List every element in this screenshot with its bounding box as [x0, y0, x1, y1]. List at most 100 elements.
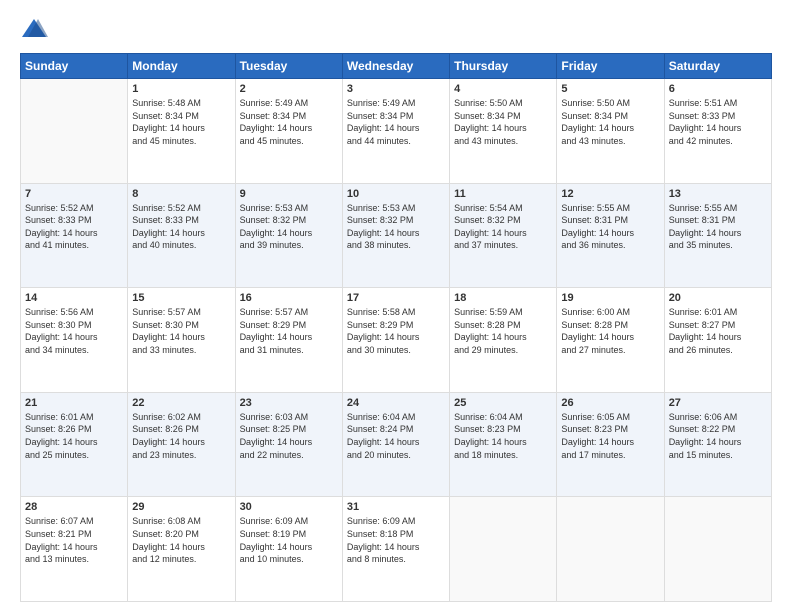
calendar-day-header: Tuesday	[235, 54, 342, 79]
calendar-day-cell: 29 Sunrise: 6:08 AMSunset: 8:20 PMDayligh…	[128, 497, 235, 602]
day-info: Sunrise: 5:57 AMSunset: 8:30 PMDaylight:…	[132, 306, 230, 356]
day-info: Sunrise: 5:56 AMSunset: 8:30 PMDaylight:…	[25, 306, 123, 356]
day-number: 23	[240, 397, 338, 409]
day-number: 20	[669, 292, 767, 304]
calendar-day-cell: 27Sunrise: 6:06 AMSunset: 8:22 PMDayligh…	[664, 392, 771, 497]
calendar-day-cell: 21 Sunrise: 6:01 AMSunset: 8:26 PMDayligh…	[21, 392, 128, 497]
day-info: Sunrise: 6:08 AMSunset: 8:20 PMDaylight:…	[132, 515, 230, 565]
calendar-week-row: 7 Sunrise: 5:52 AMSunset: 8:33 PMDaylight…	[21, 183, 772, 288]
day-number: 12	[561, 188, 659, 200]
day-number: 24	[347, 397, 445, 409]
calendar-day-cell: 31 Sunrise: 6:09 AMSunset: 8:18 PMDayligh…	[342, 497, 449, 602]
day-info: Sunrise: 5:58 AMSunset: 8:29 PMDaylight:…	[347, 306, 445, 356]
day-info: Sunrise: 6:01 AMSunset: 8:27 PMDaylight:…	[669, 306, 767, 356]
calendar-table: SundayMondayTuesdayWednesdayThursdayFrid…	[20, 53, 772, 602]
day-info: Sunrise: 5:48 AMSunset: 8:34 PMDaylight:…	[132, 97, 230, 147]
day-info: Sunrise: 5:50 AMSunset: 8:34 PMDaylight:…	[561, 97, 659, 147]
day-info: Sunrise: 5:49 AMSunset: 8:34 PMDaylight:…	[347, 97, 445, 147]
day-info: Sunrise: 5:55 AMSunset: 8:31 PMDaylight:…	[561, 202, 659, 252]
day-info: Sunrise: 5:52 AMSunset: 8:33 PMDaylight:…	[25, 202, 123, 252]
day-info: Sunrise: 6:09 AMSunset: 8:19 PMDaylight:…	[240, 515, 338, 565]
day-info: Sunrise: 6:03 AMSunset: 8:25 PMDaylight:…	[240, 411, 338, 461]
day-info: Sunrise: 5:57 AMSunset: 8:29 PMDaylight:…	[240, 306, 338, 356]
day-number: 6	[669, 83, 767, 95]
calendar-day-cell: 3 Sunrise: 5:49 AMSunset: 8:34 PMDaylight…	[342, 79, 449, 184]
calendar-day-cell: 23 Sunrise: 6:03 AMSunset: 8:25 PMDayligh…	[235, 392, 342, 497]
day-number: 1	[132, 83, 230, 95]
day-number: 8	[132, 188, 230, 200]
day-info: Sunrise: 6:05 AMSunset: 8:23 PMDaylight:…	[561, 411, 659, 461]
calendar-week-row: 14 Sunrise: 5:56 AMSunset: 8:30 PMDayligh…	[21, 288, 772, 393]
calendar-day-cell: 14 Sunrise: 5:56 AMSunset: 8:30 PMDayligh…	[21, 288, 128, 393]
day-number: 9	[240, 188, 338, 200]
calendar-day-cell: 25Sunrise: 6:04 AMSunset: 8:23 PMDayligh…	[450, 392, 557, 497]
calendar-day-header: Friday	[557, 54, 664, 79]
day-number: 29	[132, 501, 230, 513]
day-number: 17	[347, 292, 445, 304]
day-info: Sunrise: 5:53 AMSunset: 8:32 PMDaylight:…	[240, 202, 338, 252]
day-number: 10	[347, 188, 445, 200]
calendar-day-cell: 15 Sunrise: 5:57 AMSunset: 8:30 PMDayligh…	[128, 288, 235, 393]
day-info: Sunrise: 5:50 AMSunset: 8:34 PMDaylight:…	[454, 97, 552, 147]
day-number: 21	[25, 397, 123, 409]
calendar-day-header: Monday	[128, 54, 235, 79]
day-info: Sunrise: 6:00 AMSunset: 8:28 PMDaylight:…	[561, 306, 659, 356]
day-info: Sunrise: 5:54 AMSunset: 8:32 PMDaylight:…	[454, 202, 552, 252]
day-info: Sunrise: 6:04 AMSunset: 8:24 PMDaylight:…	[347, 411, 445, 461]
calendar-day-cell: 8Sunrise: 5:52 AMSunset: 8:33 PMDaylight…	[128, 183, 235, 288]
calendar-day-cell: 13Sunrise: 5:55 AMSunset: 8:31 PMDayligh…	[664, 183, 771, 288]
day-number: 11	[454, 188, 552, 200]
logo	[20, 15, 52, 43]
calendar-day-cell: 24 Sunrise: 6:04 AMSunset: 8:24 PMDayligh…	[342, 392, 449, 497]
calendar-day-cell: 30 Sunrise: 6:09 AMSunset: 8:19 PMDayligh…	[235, 497, 342, 602]
calendar-day-cell: 26 Sunrise: 6:05 AMSunset: 8:23 PMDayligh…	[557, 392, 664, 497]
day-number: 22	[132, 397, 230, 409]
calendar-day-cell: 18Sunrise: 5:59 AMSunset: 8:28 PMDayligh…	[450, 288, 557, 393]
day-info: Sunrise: 5:53 AMSunset: 8:32 PMDaylight:…	[347, 202, 445, 252]
calendar-day-cell: 12 Sunrise: 5:55 AMSunset: 8:31 PMDayligh…	[557, 183, 664, 288]
calendar-day-cell: 16 Sunrise: 5:57 AMSunset: 8:29 PMDayligh…	[235, 288, 342, 393]
calendar-day-cell: 9 Sunrise: 5:53 AMSunset: 8:32 PMDaylight…	[235, 183, 342, 288]
header	[20, 15, 772, 43]
day-info: Sunrise: 5:49 AMSunset: 8:34 PMDaylight:…	[240, 97, 338, 147]
day-info: Sunrise: 6:01 AMSunset: 8:26 PMDaylight:…	[25, 411, 123, 461]
day-number: 3	[347, 83, 445, 95]
day-number: 15	[132, 292, 230, 304]
calendar-day-cell: 4 Sunrise: 5:50 AMSunset: 8:34 PMDaylight…	[450, 79, 557, 184]
calendar-day-cell: 20 Sunrise: 6:01 AMSunset: 8:27 PMDayligh…	[664, 288, 771, 393]
day-number: 7	[25, 188, 123, 200]
day-number: 31	[347, 501, 445, 513]
day-number: 18	[454, 292, 552, 304]
calendar-day-cell: 19 Sunrise: 6:00 AMSunset: 8:28 PMDayligh…	[557, 288, 664, 393]
day-number: 5	[561, 83, 659, 95]
day-info: Sunrise: 5:55 AMSunset: 8:31 PMDaylight:…	[669, 202, 767, 252]
calendar-day-header: Sunday	[21, 54, 128, 79]
day-number: 14	[25, 292, 123, 304]
calendar-day-header: Wednesday	[342, 54, 449, 79]
calendar-day-cell: 7 Sunrise: 5:52 AMSunset: 8:33 PMDaylight…	[21, 183, 128, 288]
calendar-day-cell: 1 Sunrise: 5:48 AMSunset: 8:34 PMDaylight…	[128, 79, 235, 184]
day-info: Sunrise: 6:09 AMSunset: 8:18 PMDaylight:…	[347, 515, 445, 565]
calendar-week-row: 21 Sunrise: 6:01 AMSunset: 8:26 PMDayligh…	[21, 392, 772, 497]
calendar-day-cell: 17 Sunrise: 5:58 AMSunset: 8:29 PMDayligh…	[342, 288, 449, 393]
calendar-day-cell	[450, 497, 557, 602]
day-info: Sunrise: 5:51 AMSunset: 8:33 PMDaylight:…	[669, 97, 767, 147]
calendar-day-cell	[21, 79, 128, 184]
day-number: 30	[240, 501, 338, 513]
calendar-header-row: SundayMondayTuesdayWednesdayThursdayFrid…	[21, 54, 772, 79]
day-number: 19	[561, 292, 659, 304]
calendar-day-cell: 6 Sunrise: 5:51 AMSunset: 8:33 PMDaylight…	[664, 79, 771, 184]
calendar-week-row: 1 Sunrise: 5:48 AMSunset: 8:34 PMDaylight…	[21, 79, 772, 184]
day-number: 28	[25, 501, 123, 513]
day-number: 2	[240, 83, 338, 95]
calendar-day-cell: 28Sunrise: 6:07 AMSunset: 8:21 PMDayligh…	[21, 497, 128, 602]
day-number: 25	[454, 397, 552, 409]
calendar-day-cell	[557, 497, 664, 602]
calendar-day-cell: 22Sunrise: 6:02 AMSunset: 8:26 PMDayligh…	[128, 392, 235, 497]
calendar-week-row: 28Sunrise: 6:07 AMSunset: 8:21 PMDayligh…	[21, 497, 772, 602]
calendar-day-cell: 11 Sunrise: 5:54 AMSunset: 8:32 PMDayligh…	[450, 183, 557, 288]
day-number: 26	[561, 397, 659, 409]
day-number: 16	[240, 292, 338, 304]
day-number: 4	[454, 83, 552, 95]
day-number: 27	[669, 397, 767, 409]
